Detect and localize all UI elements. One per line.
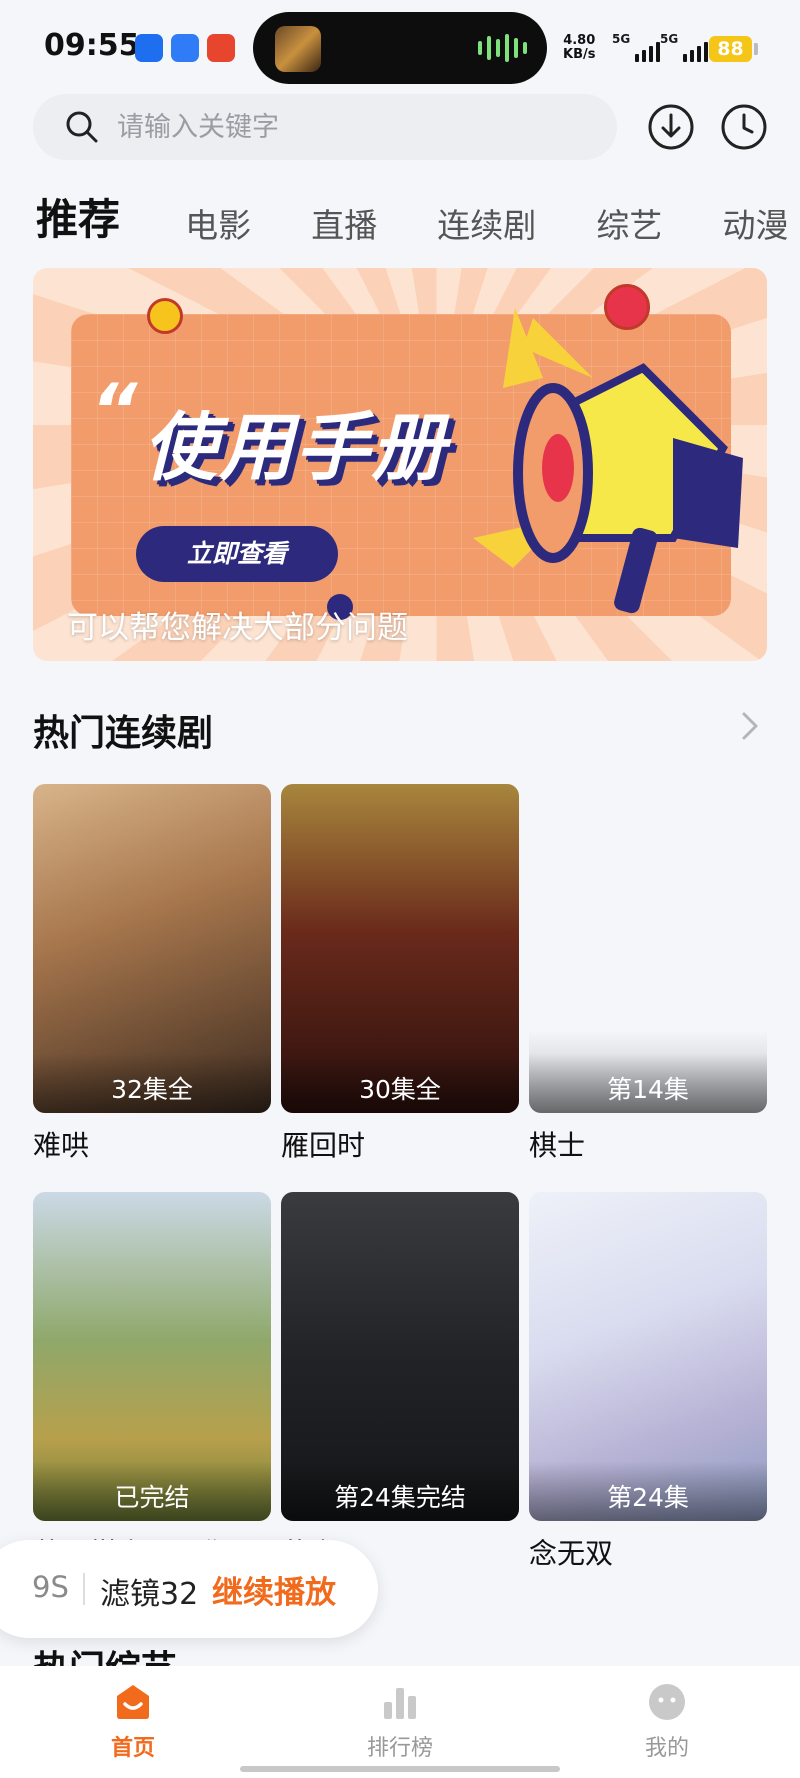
network-speed: 4.80 KB/s [563,33,596,62]
battery-icon: 88 [709,36,752,62]
episode-badge: 第14集 [529,1053,767,1113]
tab-recommend[interactable]: 推荐 [36,186,120,246]
category-tabs: 推荐 电影 直播 连续剧 综艺 动漫 [36,186,800,246]
dynamic-island[interactable] [253,12,547,84]
continue-episode: 9S [32,1570,69,1604]
episode-badge: 30集全 [281,1053,519,1113]
home-icon [117,1685,149,1719]
tab-movies[interactable]: 电影 [185,199,251,246]
download-icon[interactable] [646,102,696,152]
banner-dot-yellow [147,298,183,334]
continue-title: 滤镜32 [100,1577,199,1612]
history-clock-icon[interactable] [719,102,769,152]
series-title[interactable]: 棋士 [529,1124,585,1164]
tab-variety[interactable]: 综艺 [596,199,662,246]
profile-icon [649,1684,685,1720]
poster-huangque[interactable]: 第24集完结 [281,1192,519,1521]
tabbar-profile[interactable]: 我的 [607,1682,727,1762]
poster-kujin[interactable]: 已完结 [33,1192,271,1521]
mail-notification-icon [171,34,199,62]
tab-series[interactable]: 连续剧 [437,199,536,246]
series-title[interactable]: 难哄 [33,1124,89,1164]
search-bar[interactable] [33,94,617,160]
tabbar-ranking[interactable]: 排行榜 [340,1682,460,1762]
continue-play-button[interactable]: 继续播放 [212,1567,336,1612]
continue-watching-bar[interactable]: 9S 滤镜32 继续播放 [0,1540,378,1638]
app-notification-icon [135,34,163,62]
tab-anime[interactable]: 动漫 [722,199,788,246]
chevron-right-icon[interactable] [738,708,762,744]
tabbar-label: 首页 [110,1736,155,1761]
series-title[interactable]: 念无双 [529,1532,613,1572]
promo-banner[interactable]: “ 使用手册 立即查看 可以帮您解决大部分问题 [33,268,767,661]
megaphone-icon [473,308,743,614]
series-title[interactable]: 雁回时 [281,1124,365,1164]
tabbar-home[interactable]: 首页 [73,1682,193,1762]
home-indicator[interactable] [240,1766,560,1772]
poster-nianwushuang[interactable]: 第24集 [529,1192,767,1521]
episode-badge: 第24集完结 [281,1461,519,1521]
poster-qishi[interactable]: 第14集 [529,784,767,1113]
tabbar-label: 我的 [644,1736,689,1761]
status-time: 09:55 [44,28,140,63]
poster-nanhong[interactable]: 32集全 [33,784,271,1113]
banner-subtitle: 可以帮您解决大部分问题 [67,610,408,646]
section-title-hot-series: 热门连续剧 [33,713,214,754]
search-input[interactable] [117,104,597,150]
now-playing-art-icon [275,26,321,72]
quote-mark-icon: “ [91,368,138,452]
episode-badge: 32集全 [33,1053,271,1113]
divider [83,1573,85,1605]
episode-badge: 已完结 [33,1461,271,1521]
signal-sim1-icon: 5G [612,32,661,62]
status-bar: 09:55 4.80 KB/s 5G 5G 88 [0,0,800,96]
view-now-button[interactable]: 立即查看 [136,526,338,582]
signal-sim2-icon: 5G [660,32,709,62]
bottom-tab-bar: 首页 排行榜 我的 [0,1666,800,1778]
ranking-icon [384,1688,416,1719]
banner-title: 使用手册 [143,405,447,491]
search-icon [66,111,98,143]
battery-tip [754,43,758,55]
tabbar-label: 排行榜 [366,1736,433,1761]
audio-wave-icon [478,34,527,62]
poster-yanhuishi[interactable]: 30集全 [281,784,519,1113]
tab-live[interactable]: 直播 [311,199,377,246]
shop-notification-icon [207,34,235,62]
episode-badge: 第24集 [529,1461,767,1521]
